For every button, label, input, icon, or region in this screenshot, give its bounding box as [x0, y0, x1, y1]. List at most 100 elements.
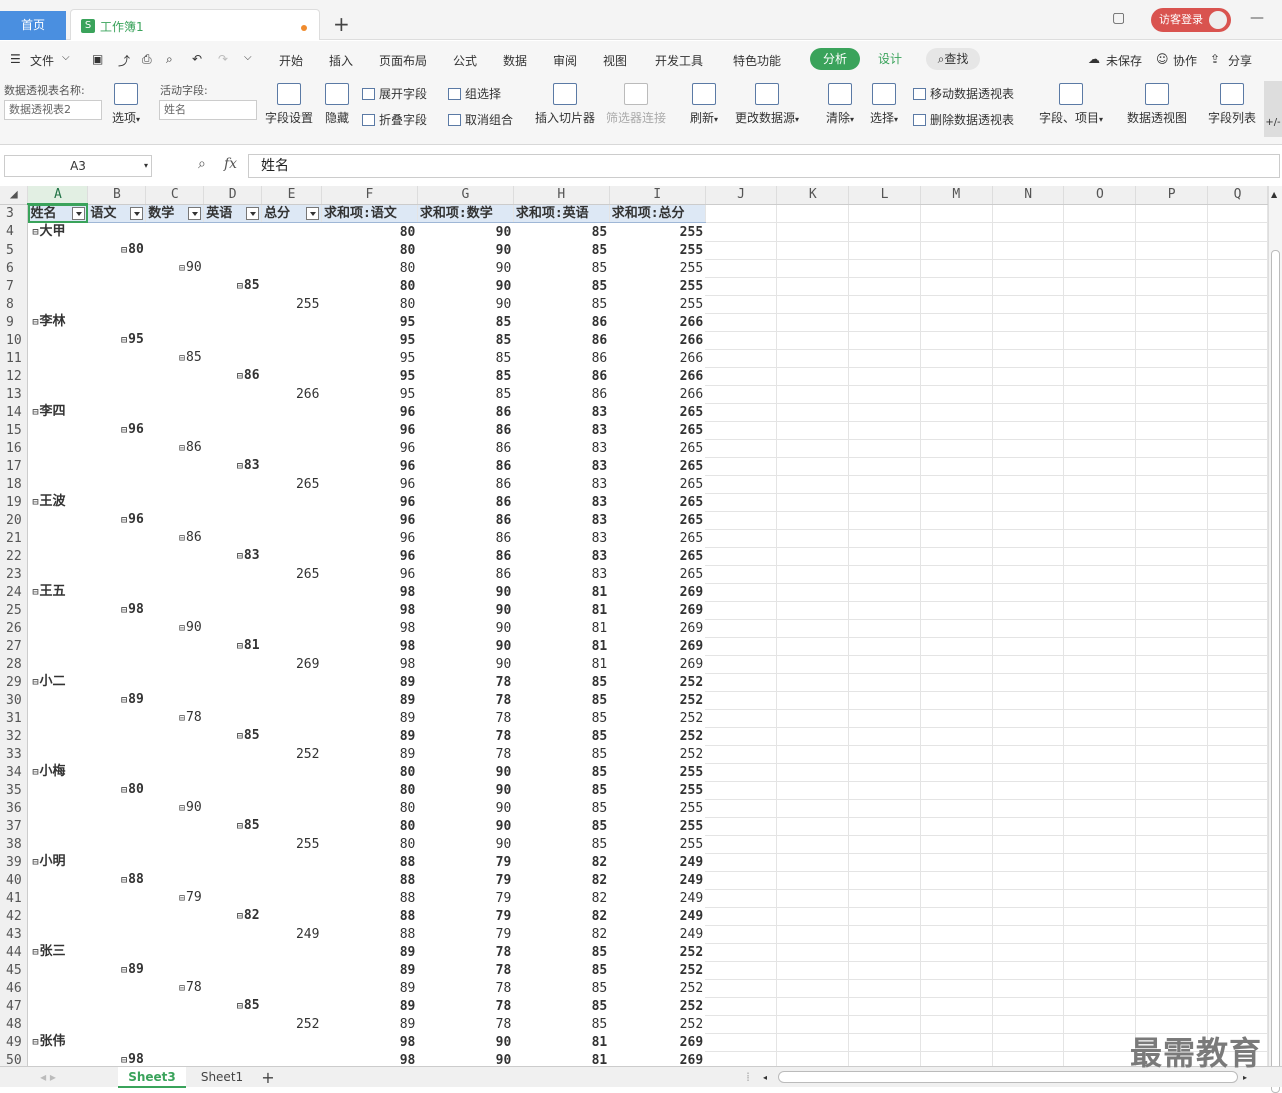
cell[interactable]	[1135, 979, 1209, 998]
cell[interactable]	[1135, 204, 1209, 223]
cell[interactable]	[146, 1051, 204, 1066]
pivot-value-header[interactable]: 求和项:语文	[321, 204, 418, 223]
cell[interactable]	[1063, 511, 1137, 530]
cell[interactable]	[146, 817, 204, 835]
cell[interactable]	[204, 853, 262, 871]
cell[interactable]: ⊟90	[146, 619, 204, 637]
collapse-toggle-icon[interactable]: ⊟	[32, 1037, 38, 1048]
value-cell[interactable]: 86	[417, 493, 513, 511]
cell[interactable]	[705, 925, 778, 944]
cell[interactable]	[28, 457, 88, 475]
cell[interactable]	[146, 637, 204, 655]
cell[interactable]	[705, 691, 778, 710]
cell[interactable]	[88, 475, 146, 493]
collapse-toggle-icon[interactable]: ⊟	[32, 677, 38, 688]
value-cell[interactable]: 85	[513, 763, 609, 781]
cell[interactable]	[705, 835, 778, 854]
value-cell[interactable]: 90	[417, 781, 513, 799]
collapse-toggle-icon[interactable]: ⊟	[179, 803, 185, 814]
value-cell[interactable]: 78	[417, 673, 513, 691]
cell[interactable]: ⊟82	[204, 907, 262, 925]
cell[interactable]	[848, 313, 921, 332]
cell[interactable]	[1207, 691, 1268, 710]
collapse-toggle-icon[interactable]: ⊟	[32, 317, 38, 328]
row-header[interactable]: 32	[0, 727, 29, 745]
cell[interactable]	[920, 637, 993, 656]
cell[interactable]	[1207, 259, 1268, 278]
cell[interactable]	[1207, 853, 1268, 872]
cell[interactable]	[776, 313, 850, 332]
cell[interactable]	[1135, 781, 1209, 800]
cell[interactable]	[262, 457, 322, 475]
cell[interactable]	[848, 925, 921, 944]
cell[interactable]	[1207, 349, 1268, 368]
cell[interactable]	[920, 313, 993, 332]
cell[interactable]	[920, 619, 993, 638]
cell[interactable]	[262, 853, 322, 871]
row-header[interactable]: 39	[0, 853, 29, 871]
cell[interactable]	[1207, 943, 1268, 962]
cell[interactable]	[920, 367, 993, 386]
cell[interactable]	[204, 583, 262, 601]
col-header-B[interactable]: B	[87, 186, 147, 205]
cell[interactable]	[1207, 907, 1268, 926]
cell[interactable]	[848, 763, 921, 782]
collapse-toggle-icon[interactable]: ⊟	[32, 857, 38, 868]
cell[interactable]	[88, 313, 146, 331]
value-cell[interactable]: 85	[513, 799, 609, 817]
cell[interactable]	[146, 421, 204, 439]
cell[interactable]	[88, 925, 146, 943]
row-header[interactable]: 9	[0, 313, 29, 331]
cell[interactable]	[992, 889, 1065, 908]
value-cell[interactable]: 85	[417, 331, 513, 349]
cell[interactable]	[776, 222, 850, 242]
cell[interactable]	[992, 781, 1065, 800]
cell[interactable]	[1135, 222, 1209, 242]
cell[interactable]	[776, 709, 850, 728]
cell[interactable]	[146, 331, 204, 349]
cell[interactable]	[262, 511, 322, 529]
value-cell[interactable]: 89	[321, 691, 417, 709]
cell[interactable]	[88, 565, 146, 583]
cell[interactable]	[1207, 889, 1268, 908]
cell[interactable]	[146, 457, 204, 475]
cell[interactable]: ⊟王五	[28, 583, 88, 601]
cell[interactable]	[1063, 241, 1137, 260]
cell[interactable]: ⊟张伟	[28, 1033, 88, 1051]
cell[interactable]	[1207, 925, 1268, 944]
cell[interactable]	[1207, 961, 1268, 980]
cell[interactable]	[262, 727, 322, 745]
cell[interactable]	[1135, 439, 1209, 458]
value-cell[interactable]: 81	[513, 583, 609, 601]
cell[interactable]	[28, 745, 88, 763]
value-cell[interactable]: 266	[609, 385, 705, 403]
cell[interactable]	[88, 223, 146, 242]
cell[interactable]	[88, 655, 146, 673]
cell[interactable]: ⊟张三	[28, 943, 88, 961]
cell[interactable]	[776, 691, 850, 710]
cell[interactable]: ⊟81	[204, 637, 262, 655]
value-cell[interactable]: 82	[513, 889, 609, 907]
value-cell[interactable]: 90	[417, 763, 513, 781]
cell[interactable]	[705, 727, 778, 746]
cell[interactable]	[88, 799, 146, 817]
value-cell[interactable]: 90	[417, 799, 513, 817]
cell[interactable]	[28, 997, 88, 1015]
value-cell[interactable]: 265	[609, 511, 705, 529]
pivot-value-header[interactable]: 求和项:总分	[609, 204, 706, 223]
cell[interactable]	[28, 835, 88, 853]
cell[interactable]	[1207, 295, 1268, 314]
value-cell[interactable]: 83	[513, 403, 609, 421]
cell[interactable]	[848, 1015, 921, 1034]
cell[interactable]	[1063, 204, 1137, 223]
cell[interactable]: ⊟83	[204, 457, 262, 475]
value-cell[interactable]: 85	[417, 385, 513, 403]
cell[interactable]: ⊟80	[88, 241, 146, 259]
cell[interactable]	[146, 1033, 204, 1051]
cell[interactable]	[146, 583, 204, 601]
cell[interactable]	[992, 871, 1065, 890]
cell[interactable]	[776, 889, 850, 908]
cell[interactable]	[848, 601, 921, 620]
value-cell[interactable]: 86	[417, 457, 513, 475]
cell[interactable]	[992, 439, 1065, 458]
